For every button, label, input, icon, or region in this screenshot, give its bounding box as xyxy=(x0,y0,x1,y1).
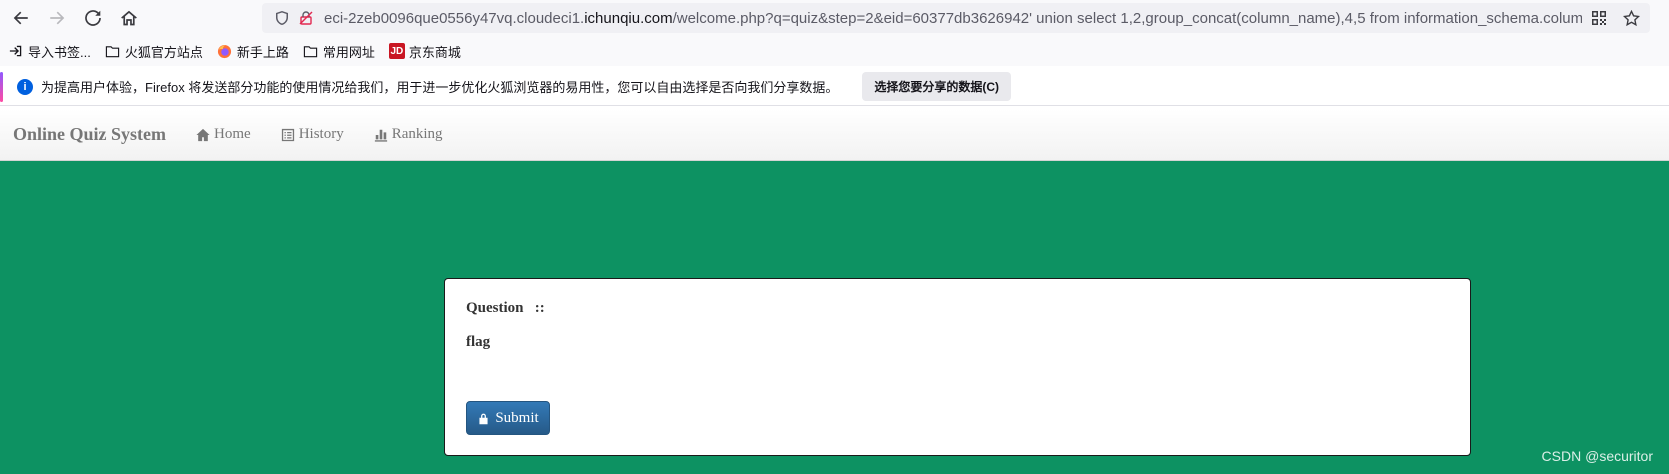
list-alt-icon xyxy=(281,128,294,141)
share-data-button[interactable]: 选择您要分享的数据(C) xyxy=(862,72,1012,101)
jd-icon: JD xyxy=(388,43,405,59)
nav-home[interactable]: Home xyxy=(196,126,251,143)
insecure-lock-icon[interactable] xyxy=(296,8,316,28)
submit-label: Submit xyxy=(495,409,539,426)
folder-icon xyxy=(303,43,319,59)
question-panel: Question :: flag Submit xyxy=(444,278,1471,456)
url-prefix: eci-2zeb0096que0556y47vq.cloudeci1. xyxy=(324,9,585,27)
shield-icon[interactable] xyxy=(272,8,292,28)
bookmark-label: 常用网址 xyxy=(322,44,375,60)
url-text[interactable]: eci-2zeb0096que0556y47vq.cloudeci1.ichun… xyxy=(324,10,1582,27)
bookmark-firefox-site[interactable]: 火狐官方站点 xyxy=(105,42,203,61)
notification-text: 为提高用户体验，Firefox 将发送部分功能的使用情况给我们，用于进一步优化火… xyxy=(41,80,839,95)
stats-icon xyxy=(374,129,387,142)
home-icon xyxy=(121,10,137,26)
forward-button[interactable] xyxy=(42,3,72,33)
home-icon xyxy=(196,128,210,141)
watermark: CSDN @securitor xyxy=(1541,448,1653,464)
reload-button[interactable] xyxy=(78,3,108,33)
info-icon: i xyxy=(17,78,33,95)
reload-icon xyxy=(85,10,101,26)
url-host: ichunqiu.com xyxy=(584,9,673,27)
folder-icon xyxy=(105,43,121,59)
nav-label: Home xyxy=(214,126,251,142)
nav-label: History xyxy=(298,126,344,142)
nav-history[interactable]: History xyxy=(281,126,344,143)
bookmark-getting-started[interactable]: 新手上路 xyxy=(217,42,289,61)
arrow-left-icon xyxy=(13,11,28,25)
bookmarks-bar: 导入书签... 火狐官方站点 新手上路 常用网址 JD 京东商城 xyxy=(0,36,1669,66)
notification-bar: i 为提高用户体验，Firefox 将发送部分功能的使用情况给我们，用于进一步优… xyxy=(0,68,1669,106)
bookmark-label: 新手上路 xyxy=(236,44,289,60)
import-icon xyxy=(8,43,24,59)
bookmark-label: 京东商城 xyxy=(408,44,461,60)
submit-button[interactable]: Submit xyxy=(466,401,550,435)
question-text: flag xyxy=(466,334,491,350)
bookmark-common-sites[interactable]: 常用网址 xyxy=(303,42,375,61)
home-button[interactable] xyxy=(114,3,144,33)
bookmark-star-icon[interactable] xyxy=(1622,9,1640,27)
address-bar[interactable]: eci-2zeb0096que0556y47vq.cloudeci1.ichun… xyxy=(262,3,1650,33)
nav-label: Ranking xyxy=(391,126,443,142)
firefox-icon xyxy=(217,43,233,59)
site-brand[interactable]: Online Quiz System xyxy=(13,124,166,145)
site-navbar: Online Quiz System Home History Ranking xyxy=(0,109,1669,161)
bookmark-import[interactable]: 导入书签... xyxy=(8,42,91,61)
bookmark-jd[interactable]: JD 京东商城 xyxy=(388,42,461,61)
bookmark-label: 火狐官方站点 xyxy=(124,44,203,60)
browser-toolbar: eci-2zeb0096que0556y47vq.cloudeci1.ichun… xyxy=(0,0,1669,36)
bookmark-label: 导入书签... xyxy=(28,44,91,60)
lock-icon xyxy=(479,413,488,424)
arrow-right-icon xyxy=(50,11,65,25)
qr-code-icon[interactable] xyxy=(1590,9,1608,27)
question-label: Question :: xyxy=(466,300,545,316)
url-path: /welcome.php?q=quiz&step=2&eid=60377db36… xyxy=(672,9,1582,27)
nav-ranking[interactable]: Ranking xyxy=(374,126,443,143)
back-button[interactable] xyxy=(6,3,36,33)
